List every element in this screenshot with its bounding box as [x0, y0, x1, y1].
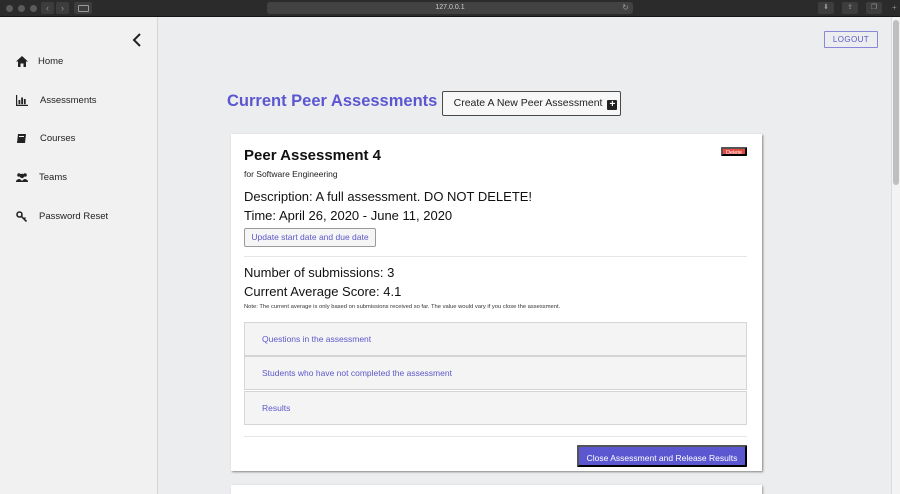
back-icon[interactable]: ‹ — [41, 2, 54, 14]
create-assessment-button[interactable]: Create A New Peer Assessment + — [442, 91, 621, 116]
panel-questions[interactable]: Questions in the assessment — [244, 322, 747, 356]
plus-square-icon: + — [607, 100, 618, 110]
sidebar-item-label: Courses — [40, 133, 76, 144]
browser-titlebar: ‹ › 127.0.0.1 ↻ ⬇ ⇪ ❐ + — [0, 0, 900, 17]
sidebar-item-assessments[interactable]: Assessments — [0, 89, 157, 111]
close-assessment-button[interactable]: Close Assessment and Release Results — [577, 445, 747, 467]
time-value: April 26, 2020 - June 11, 2020 — [278, 208, 453, 223]
description-label: Description: — [244, 189, 313, 204]
address-text: 127.0.0.1 — [435, 4, 465, 11]
submissions-label: Number of submissions: — [244, 265, 384, 280]
sidebar-item-label: Password Reset — [39, 211, 109, 222]
scroll-thumb[interactable] — [893, 20, 899, 185]
delete-button[interactable]: Delete — [721, 147, 747, 156]
zoom-window-button[interactable] — [30, 5, 37, 12]
sidebar-item-home[interactable]: Home — [0, 50, 157, 72]
create-assessment-label: Create A New Peer Assessment — [453, 97, 603, 109]
course-name: for Software Engineering — [244, 169, 338, 179]
minimize-window-button[interactable] — [18, 5, 25, 12]
chevron-left-icon[interactable] — [131, 32, 143, 48]
divider — [244, 436, 747, 437]
page-title: Current Peer Assessments — [227, 92, 438, 110]
panel-incomplete-students[interactable]: Students who have not completed the asse… — [244, 356, 747, 390]
time-line: Time: April 26, 2020 - June 11, 2020 — [244, 208, 452, 223]
sidebar: Home Assessments Courses Teams Password … — [0, 17, 158, 494]
submissions-value: 3 — [387, 265, 395, 280]
panel-results[interactable]: Results — [244, 391, 747, 425]
average-score-label: Current Average Score: — [244, 284, 380, 299]
sidebar-item-courses[interactable]: Courses — [0, 127, 157, 149]
update-dates-button[interactable]: Update start date and due date — [244, 228, 376, 247]
reload-icon[interactable]: ↻ — [622, 2, 629, 14]
description-line: Description: A full assessment. DO NOT D… — [244, 189, 532, 204]
tabs-icon[interactable]: ❐ — [866, 2, 882, 14]
divider — [244, 256, 747, 257]
key-icon — [16, 211, 28, 222]
close-window-button[interactable] — [6, 5, 13, 12]
submissions-line: Number of submissions: 3 — [244, 265, 394, 280]
sidebar-toggle-icon[interactable] — [74, 2, 92, 14]
scrollbar[interactable] — [891, 17, 900, 494]
average-score-value: 4.1 — [383, 284, 402, 299]
sidebar-item-label: Home — [38, 56, 64, 67]
logout-button[interactable]: LOGOUT — [824, 31, 878, 48]
sidebar-item-password-reset[interactable]: Password Reset — [0, 205, 157, 227]
share-icon[interactable]: ⇪ — [842, 2, 858, 14]
address-bar[interactable]: 127.0.0.1 ↻ — [267, 2, 633, 14]
description-value: A full assessment. DO NOT DELETE! — [315, 189, 533, 204]
users-icon — [16, 173, 28, 182]
download-icon[interactable]: ⬇ — [818, 2, 834, 14]
new-tab-icon[interactable]: + — [892, 3, 897, 12]
average-note: Note: The current average is only based … — [244, 304, 561, 310]
home-icon — [16, 56, 28, 67]
assessment-card: Peer Assessment 4 Delete for Software En… — [231, 134, 762, 471]
book-icon — [17, 134, 26, 143]
bar-chart-icon — [16, 95, 28, 106]
sidebar-item-label: Teams — [39, 172, 67, 183]
assessment-title: Peer Assessment 4 — [244, 147, 382, 164]
time-label: Time: — [244, 208, 277, 223]
forward-icon[interactable]: › — [56, 2, 69, 14]
average-score-line: Current Average Score: 4.1 — [244, 284, 401, 299]
sidebar-item-label: Assessments — [40, 95, 97, 106]
next-assessment-card — [231, 485, 762, 494]
sidebar-item-teams[interactable]: Teams — [0, 166, 157, 188]
